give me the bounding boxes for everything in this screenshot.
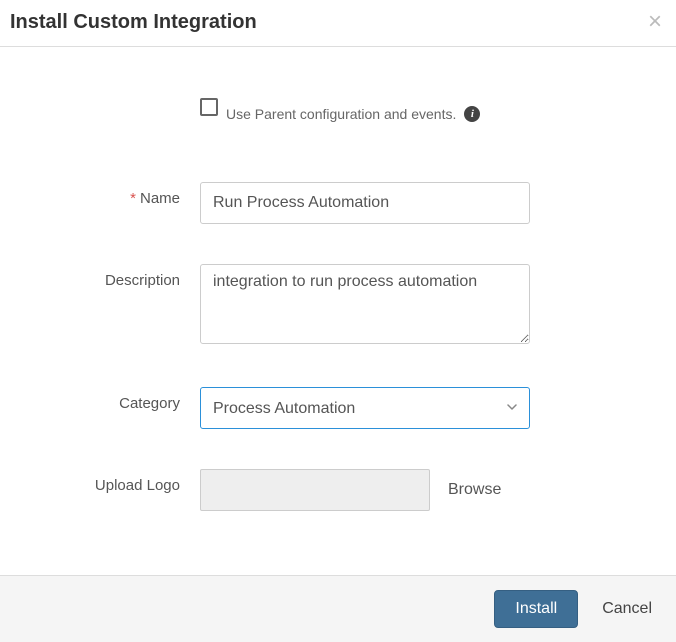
category-select[interactable]: Process Automation	[200, 387, 530, 429]
use-parent-row: Use Parent configuration and events. i	[20, 92, 626, 122]
use-parent-checkbox[interactable]	[200, 98, 218, 116]
upload-logo-row: Upload Logo Browse	[20, 469, 626, 511]
modal-header: Install Custom Integration ×	[0, 0, 676, 47]
upload-logo-label: Upload Logo	[20, 469, 200, 494]
category-label: Category	[20, 387, 200, 412]
info-icon[interactable]: i	[464, 106, 480, 122]
name-row: *Name	[20, 182, 626, 224]
close-icon[interactable]: ×	[648, 10, 662, 34]
install-button[interactable]: Install	[494, 590, 578, 628]
modal-title: Install Custom Integration	[10, 11, 257, 34]
browse-button[interactable]: Browse	[448, 481, 501, 499]
name-label: *Name	[20, 182, 200, 207]
name-input[interactable]	[200, 182, 530, 224]
description-row: Description	[20, 264, 626, 347]
modal-footer: Install Cancel	[0, 575, 676, 642]
category-row: Category Process Automation	[20, 387, 626, 429]
modal-body: Use Parent configuration and events. i *…	[0, 47, 676, 571]
upload-logo-field[interactable]	[200, 469, 430, 511]
cancel-button[interactable]: Cancel	[602, 600, 652, 618]
description-label: Description	[20, 264, 200, 289]
description-textarea[interactable]	[200, 264, 530, 344]
use-parent-label: Use Parent configuration and events.	[226, 106, 456, 122]
required-indicator: *	[130, 190, 136, 207]
